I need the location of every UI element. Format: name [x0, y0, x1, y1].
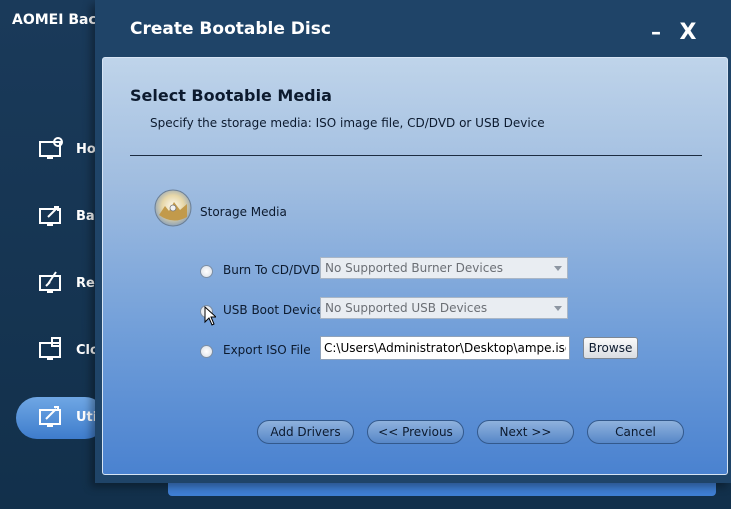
burn-cd-dvd-label: Burn To CD/DVD [223, 263, 320, 277]
storage-media-label: Storage Media [200, 205, 287, 219]
next-button[interactable]: Next >> [477, 420, 574, 444]
sidebar-item-label: Restore [76, 276, 96, 291]
mouse-cursor-icon [204, 306, 216, 326]
sidebar-item-restore[interactable]: Restore [38, 270, 96, 300]
section-title: Select Bootable Media [130, 86, 332, 105]
sidebar-item-utilities[interactable]: Utilities [38, 404, 96, 434]
chevron-down-icon [554, 266, 562, 271]
divider [130, 155, 702, 156]
usb-device-value: No Supported USB Devices [325, 301, 488, 315]
app-title: AOMEI Backupper [12, 12, 96, 28]
burner-device-value: No Supported Burner Devices [325, 261, 503, 275]
sidebar-item-home[interactable]: Home [38, 136, 96, 166]
restore-monitor-icon [39, 271, 61, 293]
add-drivers-button[interactable]: Add Drivers [257, 420, 354, 444]
dialog-content-panel: Select Bootable Media Specify the storag… [102, 57, 728, 475]
browse-button[interactable]: Browse [583, 337, 638, 359]
home-monitor-icon [39, 137, 63, 159]
dialog-title: Create Bootable Disc [130, 19, 331, 39]
burner-device-select[interactable]: No Supported Burner Devices [320, 257, 568, 279]
section-description: Specify the storage media: ISO image fil… [150, 116, 545, 130]
chevron-down-icon [554, 306, 562, 311]
previous-button[interactable]: << Previous [367, 420, 464, 444]
create-bootable-disc-dialog: Create Bootable Disc – X Select Bootable… [95, 0, 731, 483]
disc-icon [154, 189, 192, 227]
burn-cd-dvd-radio[interactable] [200, 265, 213, 278]
sidebar-item-label: Utilities [76, 410, 96, 425]
minimize-button[interactable]: – [646, 22, 666, 42]
sidebar-item-clone[interactable]: Clone [38, 337, 96, 367]
export-iso-radio[interactable] [200, 345, 213, 358]
usb-boot-device-label: USB Boot Device [223, 303, 324, 317]
sidebar-item-label: Clone [76, 343, 96, 358]
sidebar-item-backup[interactable]: Backup [38, 203, 96, 233]
sidebar-item-label: Home [76, 142, 96, 157]
sidebar-item-label: Backup [76, 209, 96, 224]
close-button[interactable]: X [677, 22, 699, 44]
backup-monitor-icon [39, 206, 61, 226]
utilities-monitor-icon [39, 406, 61, 427]
iso-path-input[interactable] [320, 336, 570, 360]
usb-device-select[interactable]: No Supported USB Devices [320, 297, 568, 319]
clone-monitor-icon [39, 337, 61, 360]
export-iso-label: Export ISO File [223, 343, 311, 357]
cancel-button[interactable]: Cancel [587, 420, 684, 444]
